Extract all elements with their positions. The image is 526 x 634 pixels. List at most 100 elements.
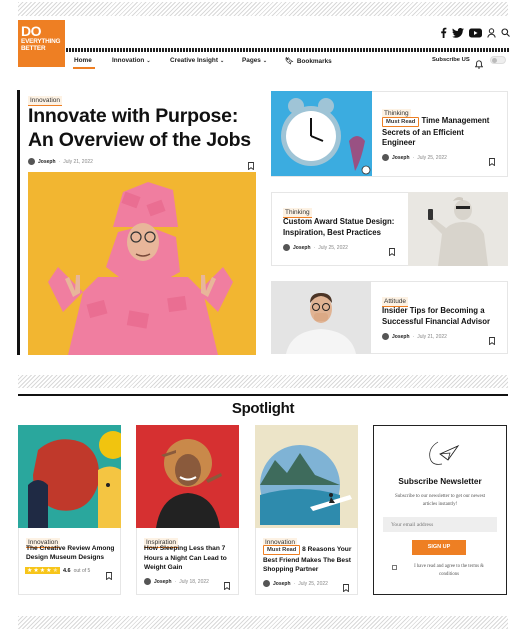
footer-stripe (18, 616, 508, 629)
terms-line-1: I have read and agree to the terms & (414, 564, 484, 569)
side-card-3-meta: Joseph · July 21, 2022 (382, 333, 447, 340)
side-card-2-title-line-1: Custom Award Statue Design: (283, 217, 395, 226)
social-icons (440, 27, 510, 38)
author-name[interactable]: Joseph (38, 159, 56, 165)
hero-title[interactable]: Innovate with Purpose: An Overview of th… (28, 104, 251, 152)
post-date: July 18, 2022 (179, 578, 209, 585)
avatar (144, 578, 151, 585)
side-card-3-title-line-1: Insider Tips for Becoming a (382, 306, 485, 315)
author-name[interactable]: Joseph (392, 334, 410, 340)
side-card-2-meta: Joseph · July 25, 2022 (283, 244, 348, 251)
avatar (382, 154, 389, 161)
post-date: July 25, 2022 (298, 580, 328, 587)
spotlight-card-1-title-line-1: The Creative Review Among (26, 545, 115, 552)
nav-creative-insight[interactable]: Creative Insight ⌄ (170, 57, 224, 64)
spotlight-card-1-title-line-2: Design Museum Designs (26, 554, 105, 561)
side-card-3-title-line-2: Successful Financial Advisor (382, 317, 491, 326)
side-card-2-image[interactable] (408, 192, 508, 266)
rating-suffix: out of 5 (73, 567, 91, 574)
twitter-icon[interactable] (452, 27, 464, 38)
author-name[interactable]: Joseph (392, 155, 410, 161)
spotlight-card-2-title[interactable]: How Sleeping Less than 7 Hours a Night C… (144, 544, 227, 573)
spotlight-card-3-meta: Joseph · July 25, 2022 (263, 580, 328, 587)
hero-meta: Joseph · July 21, 2022 (28, 158, 93, 165)
youtube-icon[interactable] (469, 28, 482, 38)
hero-image[interactable] (28, 172, 256, 355)
nav-creative-label: Creative Insight (170, 57, 218, 64)
nav-home-label: Home (74, 57, 92, 64)
avatar (382, 333, 389, 340)
terms-line-2: conditions (439, 571, 459, 577)
nav-innovation[interactable]: Innovation ⌄ (112, 57, 151, 64)
bookmark-icon[interactable] (343, 579, 349, 597)
newsletter-signup-button[interactable]: SIGN UP (412, 540, 466, 555)
spotlight-heading: Spotlight (231, 400, 295, 417)
newsletter-description: Subscribe to our newsletter to get our n… (373, 493, 507, 508)
bookmark-icon[interactable] (489, 153, 495, 171)
bookmark-icon[interactable] (106, 567, 112, 585)
spotlight-card-3-title-line-3: Shopping Partner (263, 566, 319, 573)
newsletter-email-input[interactable] (383, 517, 497, 532)
spotlight-card-3-title[interactable]: Must Read 8 Reasons Your Best Friend Mak… (263, 545, 358, 575)
must-read-badge: Must Read (263, 545, 301, 555)
paper-plane-icon (420, 438, 460, 475)
spotlight-card-3-title-line-2: Best Friend Makes The Best (263, 556, 351, 564)
spotlight-card-1-title[interactable]: The Creative Review Among Design Museum … (26, 544, 114, 562)
subscribe-label: Subscribe US (432, 57, 470, 63)
nav-innovation-label: Innovation (112, 57, 145, 64)
rating-value: 4.6 (62, 567, 71, 574)
header-dotted-rule (66, 48, 509, 52)
logo-line-3: BETTER (21, 45, 46, 53)
spotlight-card-2-title-line-1: How Sleeping Less than 7 (144, 545, 226, 552)
side-card-1-title-line-3: Engineer (382, 138, 416, 147)
user-icon[interactable] (487, 27, 496, 38)
side-card-2-title-line-2: Inspiration, Best Practices (283, 228, 381, 237)
spotlight-card-3-title-line-1: 8 Reasons Your (302, 546, 352, 553)
side-card-2-title[interactable]: Custom Award Statue Design: Inspiration,… (283, 216, 394, 238)
author-name[interactable]: Joseph (293, 245, 311, 251)
spotlight-card-1-image[interactable] (18, 425, 121, 528)
terms-label: I have read and agree to the terms & con… (399, 563, 499, 578)
spotlight-card-2-image[interactable] (136, 425, 239, 528)
avatar (28, 158, 35, 165)
nav-bookmarks[interactable]: 🔖︎ Bookmarks (285, 57, 332, 66)
terms-checkbox[interactable] (392, 565, 397, 570)
avatar (283, 244, 290, 251)
site-logo[interactable]: DO EVERYTHING BETTER (18, 20, 65, 67)
bookmark-icon[interactable] (389, 243, 395, 261)
side-card-1-image[interactable] (271, 91, 372, 176)
chevron-down-icon: ⌄ (146, 57, 151, 64)
spotlight-card-3-image[interactable] (255, 425, 358, 528)
side-card-1-title[interactable]: Must Read Time Management Secrets of an … (382, 116, 504, 149)
nav-active-underline (73, 67, 95, 69)
avatar (263, 580, 270, 587)
author-name[interactable]: Joseph (273, 581, 291, 587)
signup-label: SIGN UP (427, 544, 451, 550)
star-icons: ★ ★ ★ ★ ★ (25, 567, 60, 574)
header-top-stripe (18, 2, 508, 16)
spotlight-card-2-meta: Joseph · July 18, 2022 (144, 578, 209, 585)
nav-pages[interactable]: Pages ⌄ (242, 57, 267, 64)
must-read-badge: Must Read (382, 117, 420, 127)
post-date: July 25, 2022 (318, 244, 348, 251)
spotlight-rule (18, 394, 508, 396)
spotlight-card-2-title-line-2: Hours a Night Can Lead to (144, 554, 227, 562)
facebook-icon[interactable] (440, 27, 447, 38)
section-stripe (18, 375, 508, 388)
bell-icon[interactable] (474, 56, 484, 74)
theme-toggle-icon[interactable] (490, 56, 506, 64)
search-icon[interactable] (501, 28, 510, 37)
post-date: July 21, 2022 (63, 158, 93, 165)
side-card-3-title[interactable]: Insider Tips for Becoming a Successful F… (382, 305, 490, 327)
side-card-1-title-line-1: Time Management (421, 116, 490, 125)
side-card-1-title-line-2: Secrets of an Efficient (382, 127, 464, 137)
newsletter-desc-line-2: articles instantly! (422, 501, 458, 507)
bookmark-icon[interactable] (489, 332, 495, 350)
logo-line-1: DO (21, 23, 42, 39)
spotlight-card-2-title-line-3: Weight Gain (144, 564, 183, 571)
author-name[interactable]: Joseph (154, 579, 172, 585)
bookmark-icon[interactable] (224, 577, 230, 595)
subscribe-link[interactable]: Subscribe US (432, 57, 470, 63)
side-card-3-image[interactable] (271, 281, 371, 354)
nav-home[interactable]: Home (74, 57, 92, 64)
